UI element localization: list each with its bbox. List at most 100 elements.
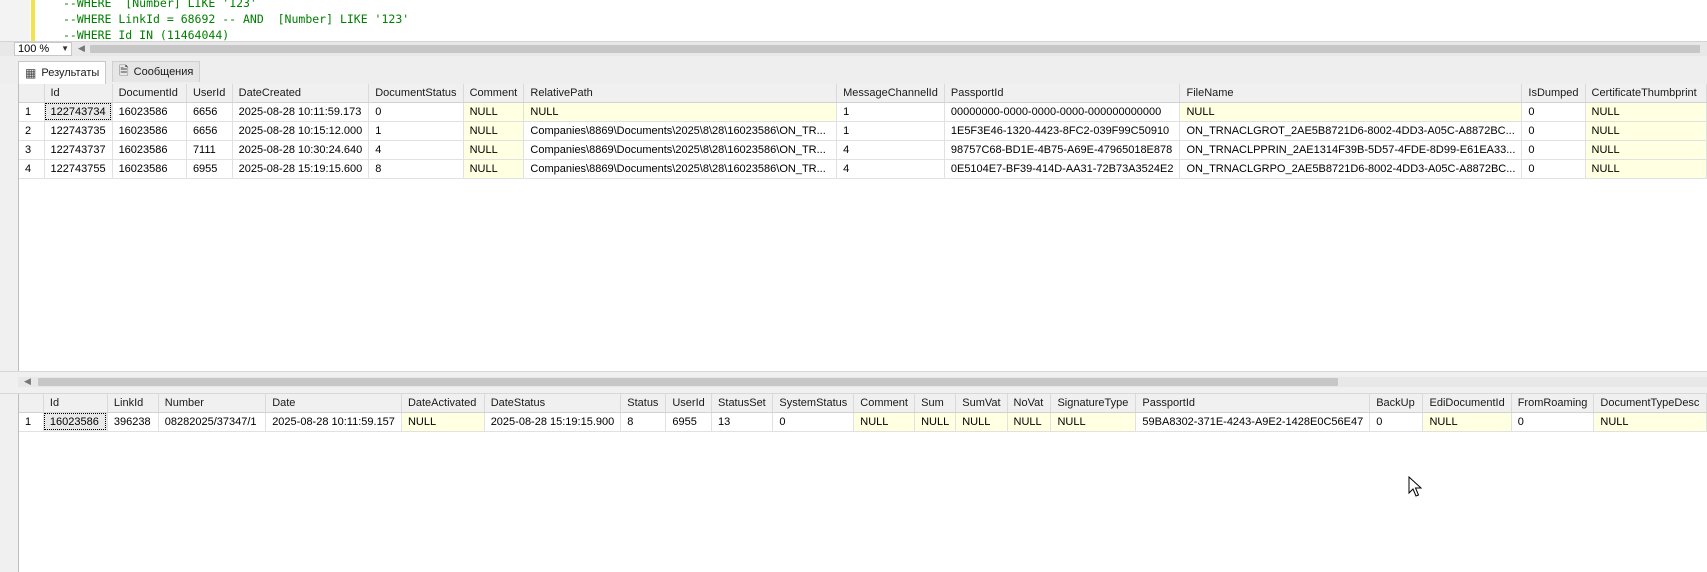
table-cell[interactable]: 7111 bbox=[186, 140, 233, 160]
table-cell[interactable]: 396238 bbox=[107, 412, 159, 432]
column-header[interactable]: CertificateThumbprint bbox=[1585, 84, 1707, 103]
table-cell[interactable]: 0 bbox=[1521, 140, 1586, 160]
column-header[interactable]: SystemStatus bbox=[772, 394, 855, 413]
table-cell[interactable]: NULL bbox=[463, 102, 525, 122]
table-cell[interactable]: NULL bbox=[1050, 412, 1137, 432]
column-header[interactable]: Comment bbox=[463, 84, 525, 103]
column-header[interactable]: Status bbox=[620, 394, 667, 413]
table-cell[interactable]: Companies\8869\Documents\2025\8\28\16023… bbox=[523, 121, 838, 141]
table-cell[interactable]: 2025-08-28 10:30:24.640 bbox=[232, 140, 370, 160]
table-cell[interactable]: 16023586 bbox=[43, 412, 108, 432]
table-cell[interactable]: NULL bbox=[853, 412, 916, 432]
table-cell[interactable]: Companies\8869\Documents\2025\8\28\16023… bbox=[523, 140, 838, 160]
column-header[interactable]: Comment bbox=[853, 394, 916, 413]
column-header[interactable]: FileName bbox=[1179, 84, 1523, 103]
table-row[interactable]: 2 122743735 16023586 6656 2025-08-28 10:15:1… bbox=[19, 121, 1707, 141]
column-header[interactable]: StatusSet bbox=[711, 394, 774, 413]
column-header[interactable]: EdiDocumentId bbox=[1422, 394, 1512, 413]
table-cell[interactable]: 13 bbox=[711, 412, 774, 432]
column-header[interactable]: IsDumped bbox=[1521, 84, 1586, 103]
column-header[interactable]: MessageChannelId bbox=[836, 84, 945, 103]
table-cell[interactable]: 98757C68-BD1E-4B75-A69E-47965018E878 bbox=[944, 140, 1181, 160]
table-cell[interactable]: NULL bbox=[463, 140, 525, 160]
table-cell[interactable]: NULL bbox=[1422, 412, 1512, 432]
column-header[interactable]: DocumentStatus bbox=[368, 84, 464, 103]
table-cell[interactable]: ON_TRNACLGROT_2AE5B8721D6-8002-4DD3-A05C… bbox=[1179, 121, 1523, 141]
column-header[interactable]: Number bbox=[158, 394, 267, 413]
table-cell[interactable]: 6955 bbox=[186, 159, 233, 179]
table-cell[interactable]: 0 bbox=[368, 102, 464, 122]
table-row[interactable]: 4 122743755 16023586 6955 2025-08-28 15:19:1… bbox=[19, 159, 1707, 179]
tab-messages[interactable]: 🗎 Сообщения bbox=[112, 61, 201, 82]
column-header[interactable]: FromRoaming bbox=[1511, 394, 1595, 413]
table-cell[interactable]: NULL bbox=[955, 412, 1008, 432]
column-header[interactable]: NoVat bbox=[1007, 394, 1052, 413]
column-header[interactable]: SumVat bbox=[955, 394, 1008, 413]
table-cell[interactable]: 59BA8302-371E-4243-A9E2-1428E0C56E47 bbox=[1135, 412, 1371, 432]
table-cell[interactable]: NULL bbox=[463, 159, 525, 179]
results-grid-1[interactable]: Id DocumentId UserId DateCreated DocumentSta… bbox=[18, 84, 1707, 371]
table-cell[interactable]: 122743735 bbox=[44, 121, 113, 141]
table-cell[interactable]: 8 bbox=[620, 412, 667, 432]
scroll-left-icon[interactable]: ◀ bbox=[78, 43, 85, 54]
table-cell[interactable]: ON_TRNACLPPRIN_2AE1314F39B-5D57-4FDE-8D9… bbox=[1179, 140, 1523, 160]
code-line[interactable]: --WHERE Id IN (11464044) bbox=[63, 28, 229, 42]
table-cell[interactable]: NULL bbox=[1585, 102, 1707, 122]
table-cell[interactable]: 0E5104E7-BF39-414D-AA31-72B73A3524E2 bbox=[944, 159, 1181, 179]
column-header[interactable]: DateStatus bbox=[484, 394, 622, 413]
column-header[interactable]: UserId bbox=[186, 84, 233, 103]
table-cell[interactable]: 4 bbox=[836, 159, 945, 179]
table-cell[interactable]: 1E5F3E46-1320-4423-8FC2-039F99C50910 bbox=[944, 121, 1181, 141]
column-header[interactable]: Date bbox=[265, 394, 402, 413]
table-cell[interactable]: NULL bbox=[1585, 121, 1707, 141]
table-cell[interactable]: 6955 bbox=[665, 412, 713, 432]
scroll-left-icon[interactable]: ◀ bbox=[24, 376, 31, 387]
grid1-horizontal-scrollbar[interactable]: ◀ bbox=[18, 376, 1707, 387]
table-cell[interactable]: NULL bbox=[1585, 140, 1707, 160]
column-header[interactable]: Id bbox=[44, 84, 113, 103]
grid-splitter[interactable]: ◀ bbox=[0, 371, 1707, 394]
table-cell[interactable]: 2025-08-28 15:19:15.900 bbox=[484, 412, 622, 432]
table-cell[interactable]: NULL bbox=[914, 412, 957, 432]
table-cell[interactable]: 122743734 bbox=[44, 102, 113, 122]
table-cell[interactable]: 122743737 bbox=[44, 140, 113, 160]
table-cell[interactable]: NULL bbox=[1593, 412, 1707, 432]
table-cell[interactable]: 1 bbox=[368, 121, 464, 141]
table-cell[interactable]: 6656 bbox=[186, 102, 233, 122]
table-cell[interactable]: 0 bbox=[1521, 102, 1586, 122]
table-cell[interactable]: 2025-08-28 10:15:12.000 bbox=[232, 121, 370, 141]
editor-horizontal-scrollbar[interactable]: ◀ bbox=[76, 43, 1707, 54]
table-cell[interactable]: 2025-08-28 10:11:59.157 bbox=[265, 412, 402, 432]
column-header[interactable]: DocumentTypeDesc bbox=[1593, 394, 1707, 413]
column-header[interactable]: SignatureType bbox=[1050, 394, 1137, 413]
table-cell[interactable]: 0 bbox=[772, 412, 855, 432]
chevron-down-icon[interactable]: ▼ bbox=[61, 43, 69, 55]
column-header[interactable]: DocumentId bbox=[112, 84, 187, 103]
table-row[interactable]: 1 122743734 16023586 6656 2025-08-28 10:11:5… bbox=[19, 102, 1707, 122]
table-cell[interactable]: Companies\8869\Documents\2025\8\28\16023… bbox=[523, 159, 838, 179]
table-cell[interactable]: 16023586 bbox=[112, 140, 187, 160]
table-cell[interactable]: NULL bbox=[1179, 102, 1523, 122]
column-header[interactable]: RelativePath bbox=[523, 84, 838, 103]
table-row[interactable]: 3 122743737 16023586 7111 2025-08-28 10:30:2… bbox=[19, 140, 1707, 160]
code-line[interactable]: --WHERE LinkId = 68692 -- AND [Number] L… bbox=[63, 12, 409, 26]
table-cell[interactable]: 4 bbox=[836, 140, 945, 160]
table-cell[interactable]: 0 bbox=[1521, 121, 1586, 141]
column-header[interactable]: BackUp bbox=[1369, 394, 1424, 413]
table-cell[interactable]: 1 bbox=[836, 121, 945, 141]
table-cell[interactable]: 0 bbox=[1521, 159, 1586, 179]
table-cell[interactable]: 2025-08-28 10:11:59.173 bbox=[232, 102, 370, 122]
table-cell[interactable]: 6656 bbox=[186, 121, 233, 141]
table-cell[interactable]: 00000000-0000-0000-0000-000000000000 bbox=[944, 102, 1181, 122]
table-cell[interactable]: 122743755 bbox=[44, 159, 113, 179]
table-cell[interactable]: ON_TRNACLGRPO_2AE5B8721D6-8002-4DD3-A05C… bbox=[1179, 159, 1523, 179]
table-cell[interactable]: 16023586 bbox=[112, 159, 187, 179]
table-cell[interactable]: 1 bbox=[836, 102, 945, 122]
table-cell[interactable]: 16023586 bbox=[112, 121, 187, 141]
tab-results[interactable]: ▦ Результаты bbox=[18, 61, 107, 84]
scroll-thumb[interactable] bbox=[38, 378, 1338, 386]
table-cell[interactable]: NULL bbox=[1007, 412, 1052, 432]
scroll-thumb[interactable] bbox=[90, 45, 1700, 53]
table-cell[interactable]: 0 bbox=[1369, 412, 1424, 432]
table-cell[interactable]: 0 bbox=[1511, 412, 1595, 432]
